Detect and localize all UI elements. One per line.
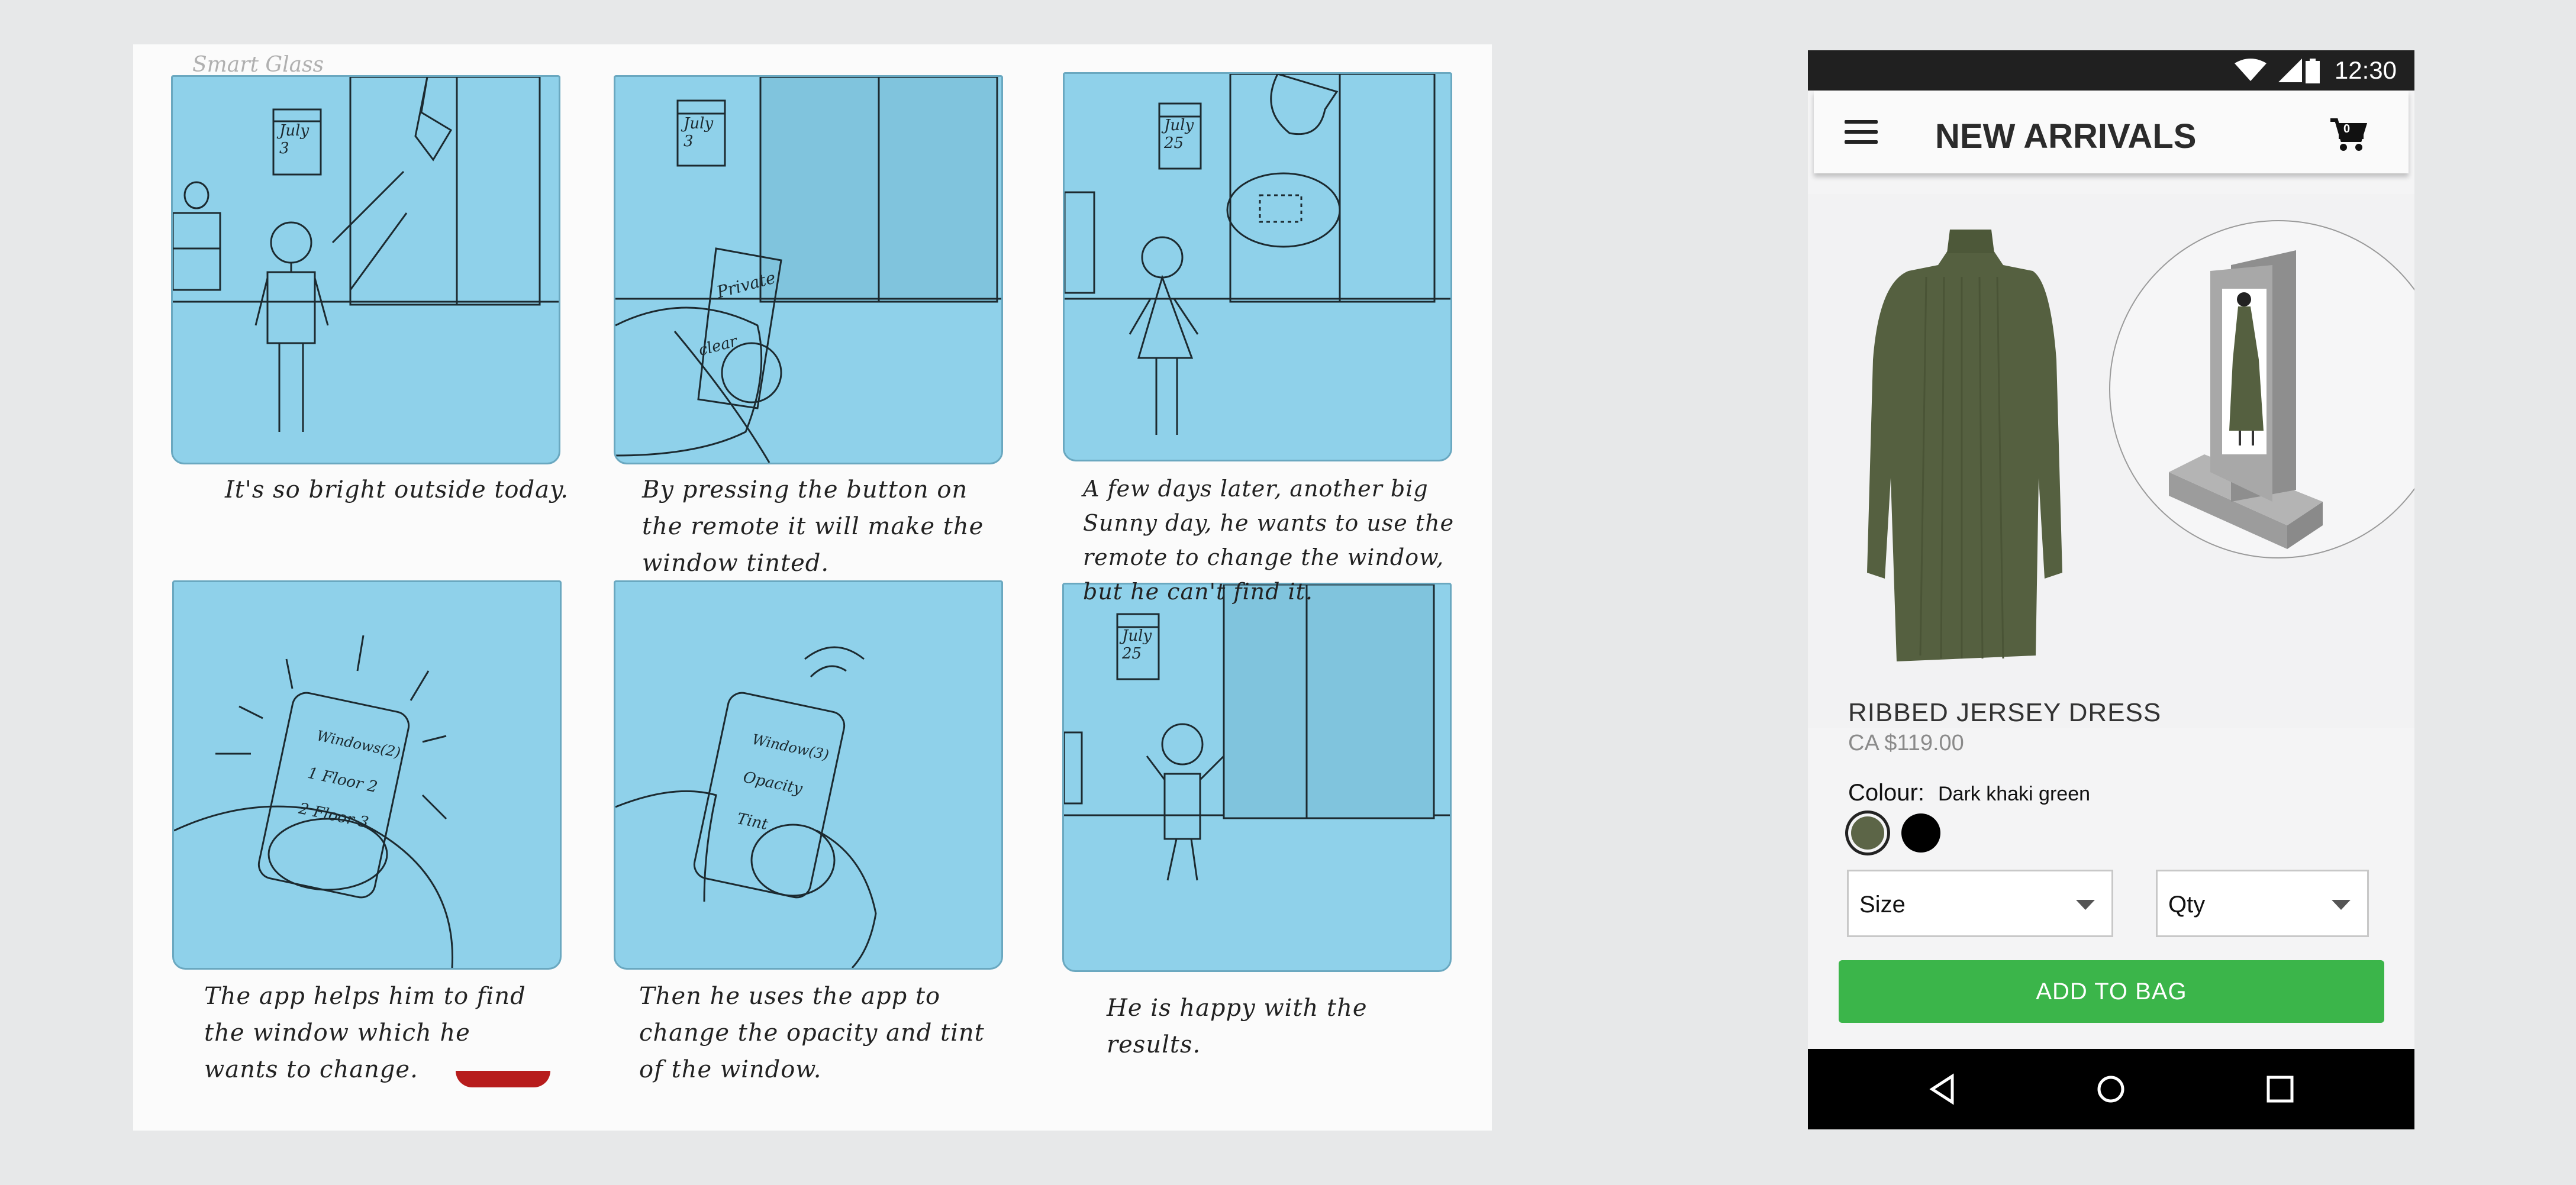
product-price: CA $119.00 xyxy=(1848,731,1964,755)
back-nav-icon[interactable] xyxy=(1926,1073,1959,1106)
hamburger-menu-icon[interactable] xyxy=(1845,120,1878,146)
product-name: RIBBED JERSEY DRESS xyxy=(1848,698,2162,727)
panel-5-sketch xyxy=(615,646,877,968)
caption-panel-1: It's so bright outside today. xyxy=(225,476,569,503)
storyboard-sheet: Smart Glass July 3 July 3 Private clear … xyxy=(133,44,1492,1131)
caption-panel-3: A few days later, another big Sunny day,… xyxy=(1083,476,1455,605)
qty-select-label: Qty xyxy=(2168,892,2206,918)
product-hero-image xyxy=(1808,194,2414,728)
add-to-bag-button[interactable]: ADD TO BAG xyxy=(1839,960,2384,1023)
size-select-label: Size xyxy=(1859,892,1906,918)
caption-panel-2: By pressing the button on the remote it … xyxy=(642,476,984,577)
storyboard-panel-3: July 25 xyxy=(1063,72,1452,461)
panel-3-calendar-label: July 25 xyxy=(1164,117,1194,152)
recents-nav-icon[interactable] xyxy=(2264,1073,2297,1106)
status-time: 12:30 xyxy=(2334,56,2397,84)
cart-count-badge: 0 xyxy=(2343,122,2351,135)
panel-4-sketch xyxy=(174,635,454,968)
status-bar: 12:30 xyxy=(1808,50,2414,91)
caption-panel-6: He is happy with the results. xyxy=(1107,995,1368,1058)
colour-value: Dark khaki green xyxy=(1938,783,2091,805)
home-nav-icon[interactable] xyxy=(2094,1073,2127,1106)
panel-1-sketch xyxy=(173,77,559,432)
app-bar: NEW ARRIVALS 0 xyxy=(1814,91,2409,173)
size-select[interactable]: Size xyxy=(1847,870,2113,937)
wifi-icon xyxy=(2235,59,2267,81)
system-nav-bar xyxy=(1808,1049,2414,1129)
battery-icon xyxy=(2306,59,2320,83)
storyboard-panel-6: July 25 xyxy=(1062,583,1452,972)
qty-select[interactable]: Qty xyxy=(2156,870,2369,937)
panel-2-calendar-label: July 3 xyxy=(684,115,714,150)
panel-1-calendar-label: July 3 xyxy=(279,122,309,157)
colour-swatch-dark-khaki-green[interactable] xyxy=(1851,816,1884,850)
phone-screen: 12:30 NEW ARRIVALS 0 RIBBED JERSEY DRESS… xyxy=(1808,50,2414,1129)
dress-illustration xyxy=(1867,220,2414,661)
panel-6-calendar-label: July 25 xyxy=(1122,627,1152,663)
storyboard-panel-1: July 3 xyxy=(171,75,560,464)
colour-label: Colour: xyxy=(1848,780,1924,806)
page-title: NEW ARRIVALS xyxy=(1935,117,2197,156)
storyboard-panel-2: July 3 Private clear xyxy=(614,75,1003,464)
storyboard-panel-4: Windows(2) 1 Floor 2 2 Floor 3 xyxy=(172,580,562,970)
cell-signal-icon xyxy=(2278,59,2302,82)
storyboard-panel-5: Window(3) Opacity Tint xyxy=(614,580,1003,970)
red-mark xyxy=(456,1071,550,1087)
storyboard-title: Smart Glass xyxy=(192,53,324,77)
colour-swatch-black[interactable] xyxy=(1901,813,1940,853)
panel-2-sketch xyxy=(615,77,1001,463)
cart-button[interactable]: 0 xyxy=(2328,115,2368,154)
dropdown-arrow-icon xyxy=(2076,900,2095,910)
dropdown-arrow-icon xyxy=(2332,900,2351,910)
caption-panel-5: Then he uses the app to change the opaci… xyxy=(639,983,985,1083)
panel-3-sketch xyxy=(1065,74,1450,435)
